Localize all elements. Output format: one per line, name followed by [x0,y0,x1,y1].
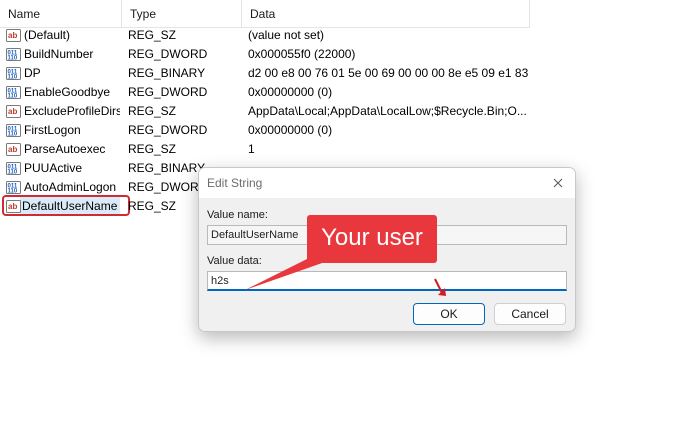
dialog-titlebar[interactable]: Edit String [199,168,575,198]
list-item[interactable]: 011 110 DP REG_BINARY d2 00 e8 00 76 01 5… [0,64,674,83]
value-data-field[interactable]: h2s [207,271,567,291]
callout-text: Your user [321,224,423,251]
value-name: DefaultUserName [22,199,118,213]
svg-text:ab: ab [8,107,17,116]
dialog-title: Edit String [207,176,263,190]
value-type: REG_SZ [128,28,177,42]
ok-button[interactable]: OK [413,303,485,325]
value-data: 0x000055f0 (22000) [248,47,356,61]
column-type-header[interactable]: Type [122,0,242,28]
value-data: (value not set) [248,28,325,42]
value-name: AutoAdminLogon [24,180,117,194]
list-item[interactable]: 011 110 FirstLogon REG_DWORD 0x00000000 (… [0,121,674,140]
string-value-icon: ab [6,142,21,157]
svg-text:110: 110 [8,75,18,81]
binary-value-icon: 011 110 [6,123,21,138]
value-data: 0x00000000 (0) [248,85,333,99]
svg-text:110: 110 [8,189,18,195]
svg-text:ab: ab [8,31,17,40]
value-data: AppData\Local;AppData\LocalLow;$Recycle.… [248,104,527,118]
binary-value-icon: 011 110 [6,66,21,81]
value-name: ExcludeProfileDirs [24,104,120,118]
svg-text:110: 110 [8,94,18,100]
list-item[interactable]: ab ParseAutoexec REG_SZ 1 [0,140,674,159]
value-type: REG_DWORD [128,123,208,137]
value-name: (Default) [24,28,71,42]
value-name: DP [24,66,41,80]
svg-text:ab: ab [8,202,17,211]
string-value-icon: ab [6,104,21,119]
value-type: REG_BINARY [128,66,206,80]
list-item[interactable]: ab ExcludeProfileDirs REG_SZ AppData\Loc… [0,102,674,121]
value-data-label: Value data: [207,255,262,267]
value-name: BuildNumber [24,47,94,61]
value-name-label: Value name: [207,209,268,221]
binary-value-icon: 011 110 [6,85,21,100]
string-value-icon: ab [6,199,21,214]
svg-text:ab: ab [8,145,17,154]
value-type: REG_DWORD [128,85,208,99]
column-name-header[interactable]: Name [0,0,122,28]
value-name: PUUActive [24,161,83,175]
value-type: REG_SZ [128,104,177,118]
value-data: 1 [248,142,255,156]
callout-box: Your user [307,215,437,263]
value-data: 0x00000000 (0) [248,123,333,137]
binary-value-icon: 011 110 [6,180,21,195]
svg-text:110: 110 [8,132,18,138]
string-value-icon: ab [6,28,21,43]
binary-value-icon: 011 110 [6,47,21,62]
column-data-header[interactable]: Data [242,0,530,28]
value-type: REG_DWORD [128,47,208,61]
list-item[interactable]: ab (Default) REG_SZ (value not set) [0,26,674,45]
list-item[interactable]: 011 110 EnableGoodbye REG_DWORD 0x0000000… [0,83,674,102]
svg-text:110: 110 [8,170,18,176]
value-type: REG_SZ [128,142,177,156]
list-item[interactable]: 011 110 BuildNumber REG_DWORD 0x000055f0 … [0,45,674,64]
value-name: EnableGoodbye [24,85,111,99]
value-data: d2 00 e8 00 76 01 5e 00 69 00 00 00 8e e… [248,66,528,80]
close-icon[interactable] [545,171,571,195]
column-header: Name Type Data [0,0,530,28]
value-name: ParseAutoexec [24,142,106,156]
cancel-button[interactable]: Cancel [494,303,566,325]
value-name: FirstLogon [24,123,81,137]
binary-value-icon: 011 110 [6,161,21,176]
svg-text:110: 110 [8,56,18,62]
